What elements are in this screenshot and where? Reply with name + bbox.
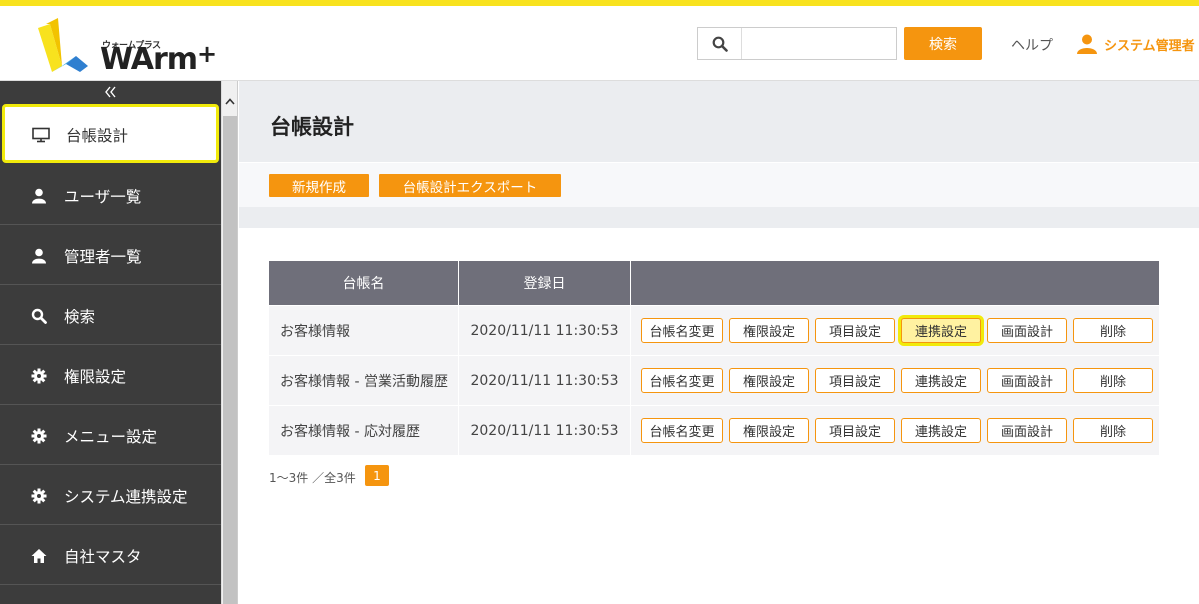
gear-icon [30, 367, 48, 385]
delete-button[interactable]: 削除 [1073, 368, 1153, 393]
sidebar-item-label: 検索 [64, 308, 96, 326]
admin-user-menu[interactable]: システム管理者 [1076, 33, 1195, 55]
help-link[interactable]: ヘルプ [1011, 35, 1053, 55]
sidebar-item-label: システム連携設定 [64, 488, 188, 506]
table-header-row: 台帳名 登録日 [269, 261, 1159, 305]
field-settings-button[interactable]: 項目設定 [815, 418, 895, 443]
integration-settings-button[interactable]: 連携設定 [901, 368, 981, 393]
warm-plus-logo[interactable]: ウォームプラス WArm+ [36, 16, 217, 77]
export-ledger-design-button[interactable]: 台帳設計エクスポート [379, 174, 561, 197]
sidebar-item-ledger-design[interactable]: 台帳設計 [2, 104, 219, 163]
column-header-operations [631, 261, 1159, 305]
integration-settings-button[interactable]: 連携設定 [901, 318, 981, 343]
logo-mark-icon [38, 18, 88, 72]
column-header-registered-date: 登録日 [459, 261, 631, 305]
user-icon [1077, 34, 1097, 54]
collapse-sidebar-button[interactable] [0, 81, 221, 102]
sidebar-item-label: 権限設定 [64, 368, 127, 386]
action-bar: 新規作成 台帳設計エクスポート [239, 163, 1199, 207]
sidebar-item-label: メニュー設定 [64, 428, 158, 446]
field-settings-button[interactable]: 項目設定 [815, 368, 895, 393]
gear-icon [30, 487, 48, 505]
screen-design-button[interactable]: 画面設計 [987, 368, 1067, 393]
sidebar-item-search[interactable]: 検索 [0, 285, 221, 345]
sidebar-item-label: 台帳設計 [66, 127, 129, 145]
sidebar-item-label: ユーザ一覧 [64, 188, 142, 206]
user-icon [30, 247, 48, 265]
scroll-thumb[interactable] [223, 116, 237, 604]
search-icon [30, 307, 48, 325]
column-header-ledger-name: 台帳名 [269, 261, 459, 305]
operations-cell: 台帳名変更 権限設定 項目設定 連携設定 画面設計 削除 [631, 305, 1159, 355]
screen-design-button[interactable]: 画面設計 [987, 318, 1067, 343]
monitor-icon [32, 126, 50, 144]
page-title: 台帳設計 [270, 115, 354, 139]
rename-ledger-button[interactable]: 台帳名変更 [641, 418, 723, 443]
user-icon [30, 187, 48, 205]
gear-icon [30, 427, 48, 445]
search-input[interactable] [744, 30, 892, 57]
table-row: お客様情報 2020/11/11 11:30:53 台帳名変更 権限設定 項目設… [269, 305, 1159, 355]
sidebar: 台帳設計 ユーザ一覧 管理者一覧 検索 権限設定 メニュー設定 システム連携設定… [0, 81, 221, 604]
search-icon [698, 28, 742, 59]
logo-text: WArm+ [100, 40, 217, 77]
rename-ledger-button[interactable]: 台帳名変更 [641, 368, 723, 393]
scroll-up-arrow-icon[interactable] [222, 93, 238, 109]
double-chevron-left-icon [104, 86, 116, 97]
sidebar-item-label: 自社マスタ [64, 548, 142, 566]
main-content: 台帳設計 新規作成 台帳設計エクスポート 台帳名 登録日 お客様情報 2020/… [239, 81, 1199, 604]
operations-cell: 台帳名変更 権限設定 項目設定 連携設定 画面設計 削除 [631, 355, 1159, 405]
sidebar-item-company-master[interactable]: 自社マスタ [0, 525, 221, 585]
sidebar-item-user-list[interactable]: ユーザ一覧 [0, 165, 221, 225]
table-row: お客様情報 - 営業活動履歴 2020/11/11 11:30:53 台帳名変更… [269, 355, 1159, 405]
delete-button[interactable]: 削除 [1073, 418, 1153, 443]
action-bar-divider [239, 207, 1199, 228]
registered-date-cell: 2020/11/11 11:30:53 [459, 405, 631, 455]
ledger-name-cell: お客様情報 - 営業活動履歴 [269, 355, 459, 405]
sidebar-item-permission-settings[interactable]: 権限設定 [0, 345, 221, 405]
permission-settings-button[interactable]: 権限設定 [729, 368, 809, 393]
field-settings-button[interactable]: 項目設定 [815, 318, 895, 343]
admin-label: システム管理者 [1104, 38, 1195, 54]
home-icon [30, 547, 48, 565]
delete-button[interactable]: 削除 [1073, 318, 1153, 343]
pagination-summary: 1〜3件 ／全3件 [269, 471, 356, 485]
rename-ledger-button[interactable]: 台帳名変更 [641, 318, 723, 343]
ledger-table: 台帳名 登録日 お客様情報 2020/11/11 11:30:53 台帳名変更 … [269, 261, 1159, 455]
new-ledger-button[interactable]: 新規作成 [269, 174, 369, 197]
sidebar-item-menu-settings[interactable]: メニュー設定 [0, 405, 221, 465]
ledger-name-cell: お客様情報 - 応対履歴 [269, 405, 459, 455]
title-band: 台帳設計 [239, 81, 1199, 162]
sidebar-scrollbar[interactable] [221, 81, 238, 604]
sidebar-item-system-integration[interactable]: システム連携設定 [0, 465, 221, 525]
app-header: ウォームプラス WArm+ 検索 ヘルプ システム管理者 [0, 6, 1199, 81]
permission-settings-button[interactable]: 権限設定 [729, 418, 809, 443]
pagination-page-1[interactable]: 1 [365, 465, 389, 486]
registered-date-cell: 2020/11/11 11:30:53 [459, 355, 631, 405]
registered-date-cell: 2020/11/11 11:30:53 [459, 305, 631, 355]
permission-settings-button[interactable]: 権限設定 [729, 318, 809, 343]
screen-design-button[interactable]: 画面設計 [987, 418, 1067, 443]
table-row: お客様情報 - 応対履歴 2020/11/11 11:30:53 台帳名変更 権… [269, 405, 1159, 455]
ledger-name-cell: お客様情報 [269, 305, 459, 355]
search-button[interactable]: 検索 [904, 27, 982, 60]
sidebar-item-admin-list[interactable]: 管理者一覧 [0, 225, 221, 285]
operations-cell: 台帳名変更 権限設定 項目設定 連携設定 画面設計 削除 [631, 405, 1159, 455]
search-box [697, 27, 897, 60]
sidebar-item-label: 管理者一覧 [64, 248, 142, 266]
integration-settings-button[interactable]: 連携設定 [901, 418, 981, 443]
